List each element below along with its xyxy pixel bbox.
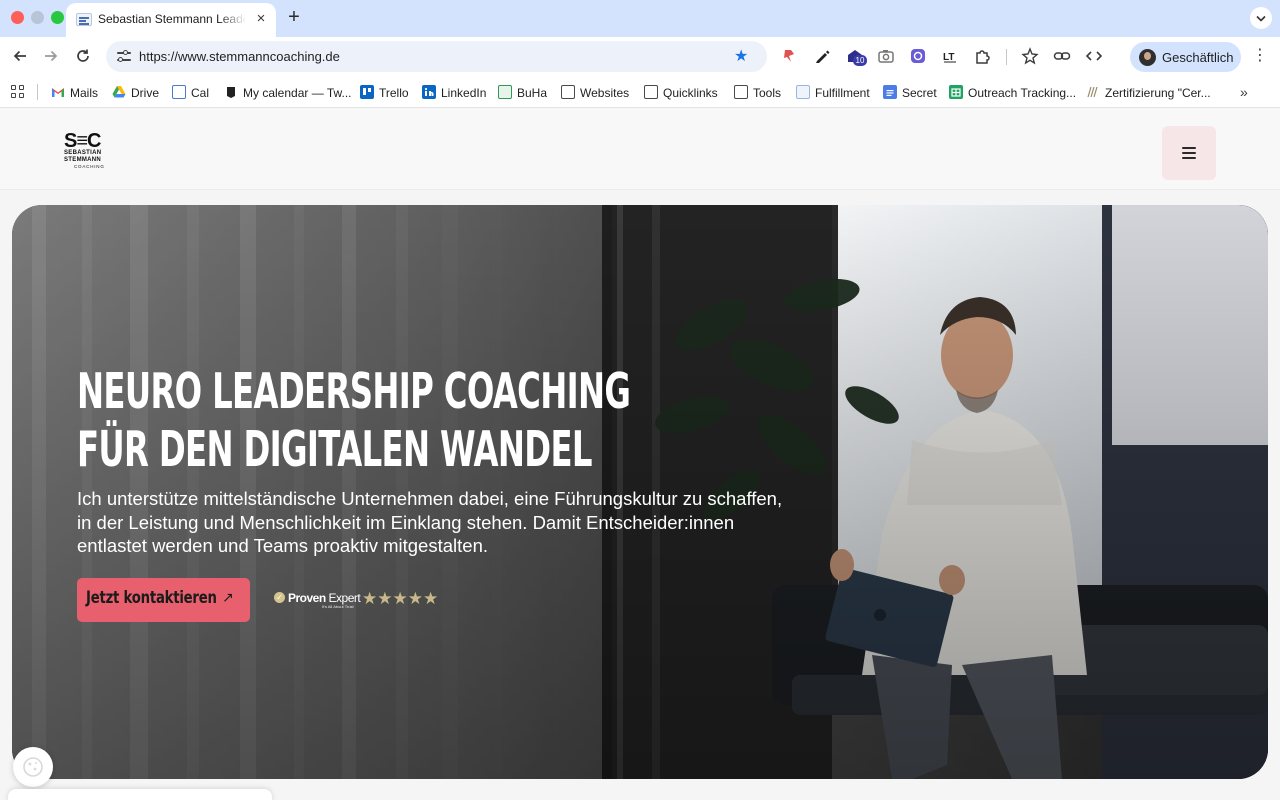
logo-line-2: STEMMANN	[64, 157, 102, 163]
tab-title: Sebastian Stemmann Leadership Coaching	[98, 12, 246, 26]
extension-camera-icon[interactable]	[876, 46, 896, 66]
sheet-icon	[498, 84, 512, 99]
site-favicon-icon	[76, 13, 92, 26]
bookmark-linkedin[interactable]: LinkedIn	[422, 83, 486, 101]
arrow-left-icon	[13, 50, 26, 62]
proven-expert-name: Proven Expert	[288, 591, 361, 605]
close-window-button[interactable]	[11, 11, 24, 24]
browser-tab-active[interactable]: Sebastian Stemmann Leadership Coaching ×	[66, 3, 276, 37]
contact-now-label: Jetzt kontaktieren	[86, 588, 217, 608]
folder-icon	[561, 84, 575, 99]
apps-grid-icon[interactable]	[11, 85, 25, 99]
profile-button[interactable]: Geschäftlich	[1130, 42, 1241, 72]
site-logo[interactable]: S≡C SEBASTIAN STEMMANN COACHING	[64, 130, 118, 174]
hero-section: NEURO LEADERSHIP COACHING FÜR DEN DIGITA…	[12, 205, 1268, 779]
code-icon[interactable]	[1084, 46, 1104, 66]
extensions-puzzle-icon[interactable]	[973, 46, 993, 66]
url-text[interactable]: https://www.stemmanncoaching.de	[139, 49, 340, 64]
bookmark-trello[interactable]: Trello	[360, 83, 409, 101]
extension-lt-icon[interactable]: LT	[940, 46, 960, 66]
proven-expert-badge[interactable]: ✓ Proven Expert It's All About Trust ★★★…	[274, 589, 454, 611]
reload-button[interactable]	[72, 45, 94, 67]
gmail-icon	[51, 85, 65, 99]
bookmark-tools[interactable]: Tools	[734, 83, 781, 101]
forward-button[interactable]	[40, 45, 62, 67]
maximize-window-button[interactable]	[51, 11, 64, 24]
trello-icon	[360, 84, 374, 99]
bookmark-my-calendar[interactable]: My calendar — Tw...	[224, 83, 352, 101]
google-drive-icon	[112, 85, 126, 99]
minimize-window-button[interactable]	[31, 11, 44, 24]
tab-close-icon[interactable]: ×	[252, 10, 270, 28]
bookmark-outreach-tracking[interactable]: Outreach Tracking...	[949, 83, 1076, 101]
browser-toolbar: https://www.stemmanncoaching.de ★ 10 LT …	[0, 37, 1280, 75]
back-button[interactable]	[9, 45, 31, 67]
extension-pin-icon[interactable]	[779, 46, 799, 66]
bookmark-websites[interactable]: Websites	[561, 83, 629, 101]
proven-expert-tagline: It's All About Trust	[322, 604, 354, 609]
swirl-icon	[1086, 85, 1100, 99]
arrow-up-right-icon: ↗	[222, 589, 234, 605]
bookmark-fulfillment[interactable]: Fulfillment	[796, 83, 870, 101]
hero-headline: NEURO LEADERSHIP COACHING FÜR DEN DIGITA…	[77, 363, 631, 479]
bookmark-zertifizierung[interactable]: Zertifizierung "Cer...	[1086, 83, 1211, 101]
avatar	[1139, 49, 1156, 66]
arrow-right-icon	[45, 50, 58, 62]
browser-menu-icon[interactable]: ⋮	[1252, 46, 1268, 66]
logo-line-1: SEBASTIAN	[64, 150, 102, 156]
hero-headline-line-2: FÜR DEN DIGITALEN WANDEL	[77, 421, 593, 478]
bookmark-secret[interactable]: Secret	[883, 83, 937, 101]
calendar-icon	[172, 84, 186, 99]
bookmarks-divider	[37, 84, 38, 100]
extension-mail-icon[interactable]: 10	[845, 46, 867, 66]
google-sheets-icon	[949, 84, 963, 99]
bookmark-cal[interactable]: Cal	[172, 83, 209, 101]
bookmark-drive[interactable]: Drive	[112, 83, 159, 101]
hero-headline-line-1: NEURO LEADERSHIP COACHING	[77, 363, 631, 420]
extension-badge: 10	[853, 55, 867, 66]
bookmark-quicklinks[interactable]: Quicklinks	[644, 83, 718, 101]
hamburger-menu-button[interactable]	[1162, 126, 1216, 180]
bookmarks-overflow-icon[interactable]: »	[1240, 84, 1248, 100]
hero-subtext: Ich unterstütze mittelständische Unterne…	[77, 488, 783, 556]
reading-list-icon[interactable]	[1020, 46, 1040, 66]
bookmark-buha[interactable]: BuHa	[498, 83, 547, 101]
copy-link-icon[interactable]	[1052, 46, 1072, 66]
bottom-widget-panel[interactable]	[8, 789, 272, 800]
bookmark-mails[interactable]: Mails	[51, 83, 98, 101]
address-bar[interactable]: https://www.stemmanncoaching.de ★	[106, 41, 767, 72]
logo-line-3: COACHING	[74, 164, 105, 169]
extension-pen-icon[interactable]	[812, 46, 832, 66]
cookie-icon	[23, 757, 43, 777]
browser-tab-strip: Sebastian Stemmann Leadership Coaching ×…	[0, 0, 1280, 37]
linkedin-icon	[422, 84, 436, 99]
google-docs-icon	[883, 84, 897, 99]
logo-mark: S≡C	[64, 130, 101, 152]
doc-icon	[796, 84, 810, 99]
svg-text:LT: LT	[943, 52, 954, 63]
site-header: S≡C SEBASTIAN STEMMANN COACHING	[0, 108, 1280, 190]
chevron-down-icon	[1256, 15, 1266, 22]
folder-icon	[644, 84, 658, 99]
reload-icon	[77, 49, 89, 62]
site-settings-icon[interactable]	[114, 46, 134, 66]
contact-now-button[interactable]: Jetzt kontaktieren ↗	[77, 578, 250, 622]
bookmarks-bar: Mails Drive Cal My calendar — Tw... Trel…	[0, 75, 1280, 108]
new-tab-button[interactable]: +	[284, 6, 304, 28]
calendar-book-icon	[224, 85, 238, 99]
extension-gear-icon[interactable]	[908, 46, 928, 66]
folder-icon	[734, 84, 748, 99]
toolbar-divider	[1006, 49, 1007, 65]
checkmark-icon: ✓	[274, 592, 285, 603]
web-page: S≡C SEBASTIAN STEMMANN COACHING NEURO LE…	[0, 108, 1280, 800]
rating-stars-icon: ★★★★★	[362, 589, 439, 608]
tab-search-button[interactable]	[1250, 7, 1272, 29]
profile-label: Geschäftlich	[1162, 50, 1234, 65]
cookie-settings-button[interactable]	[13, 747, 53, 787]
bookmark-star-icon[interactable]: ★	[734, 46, 748, 66]
